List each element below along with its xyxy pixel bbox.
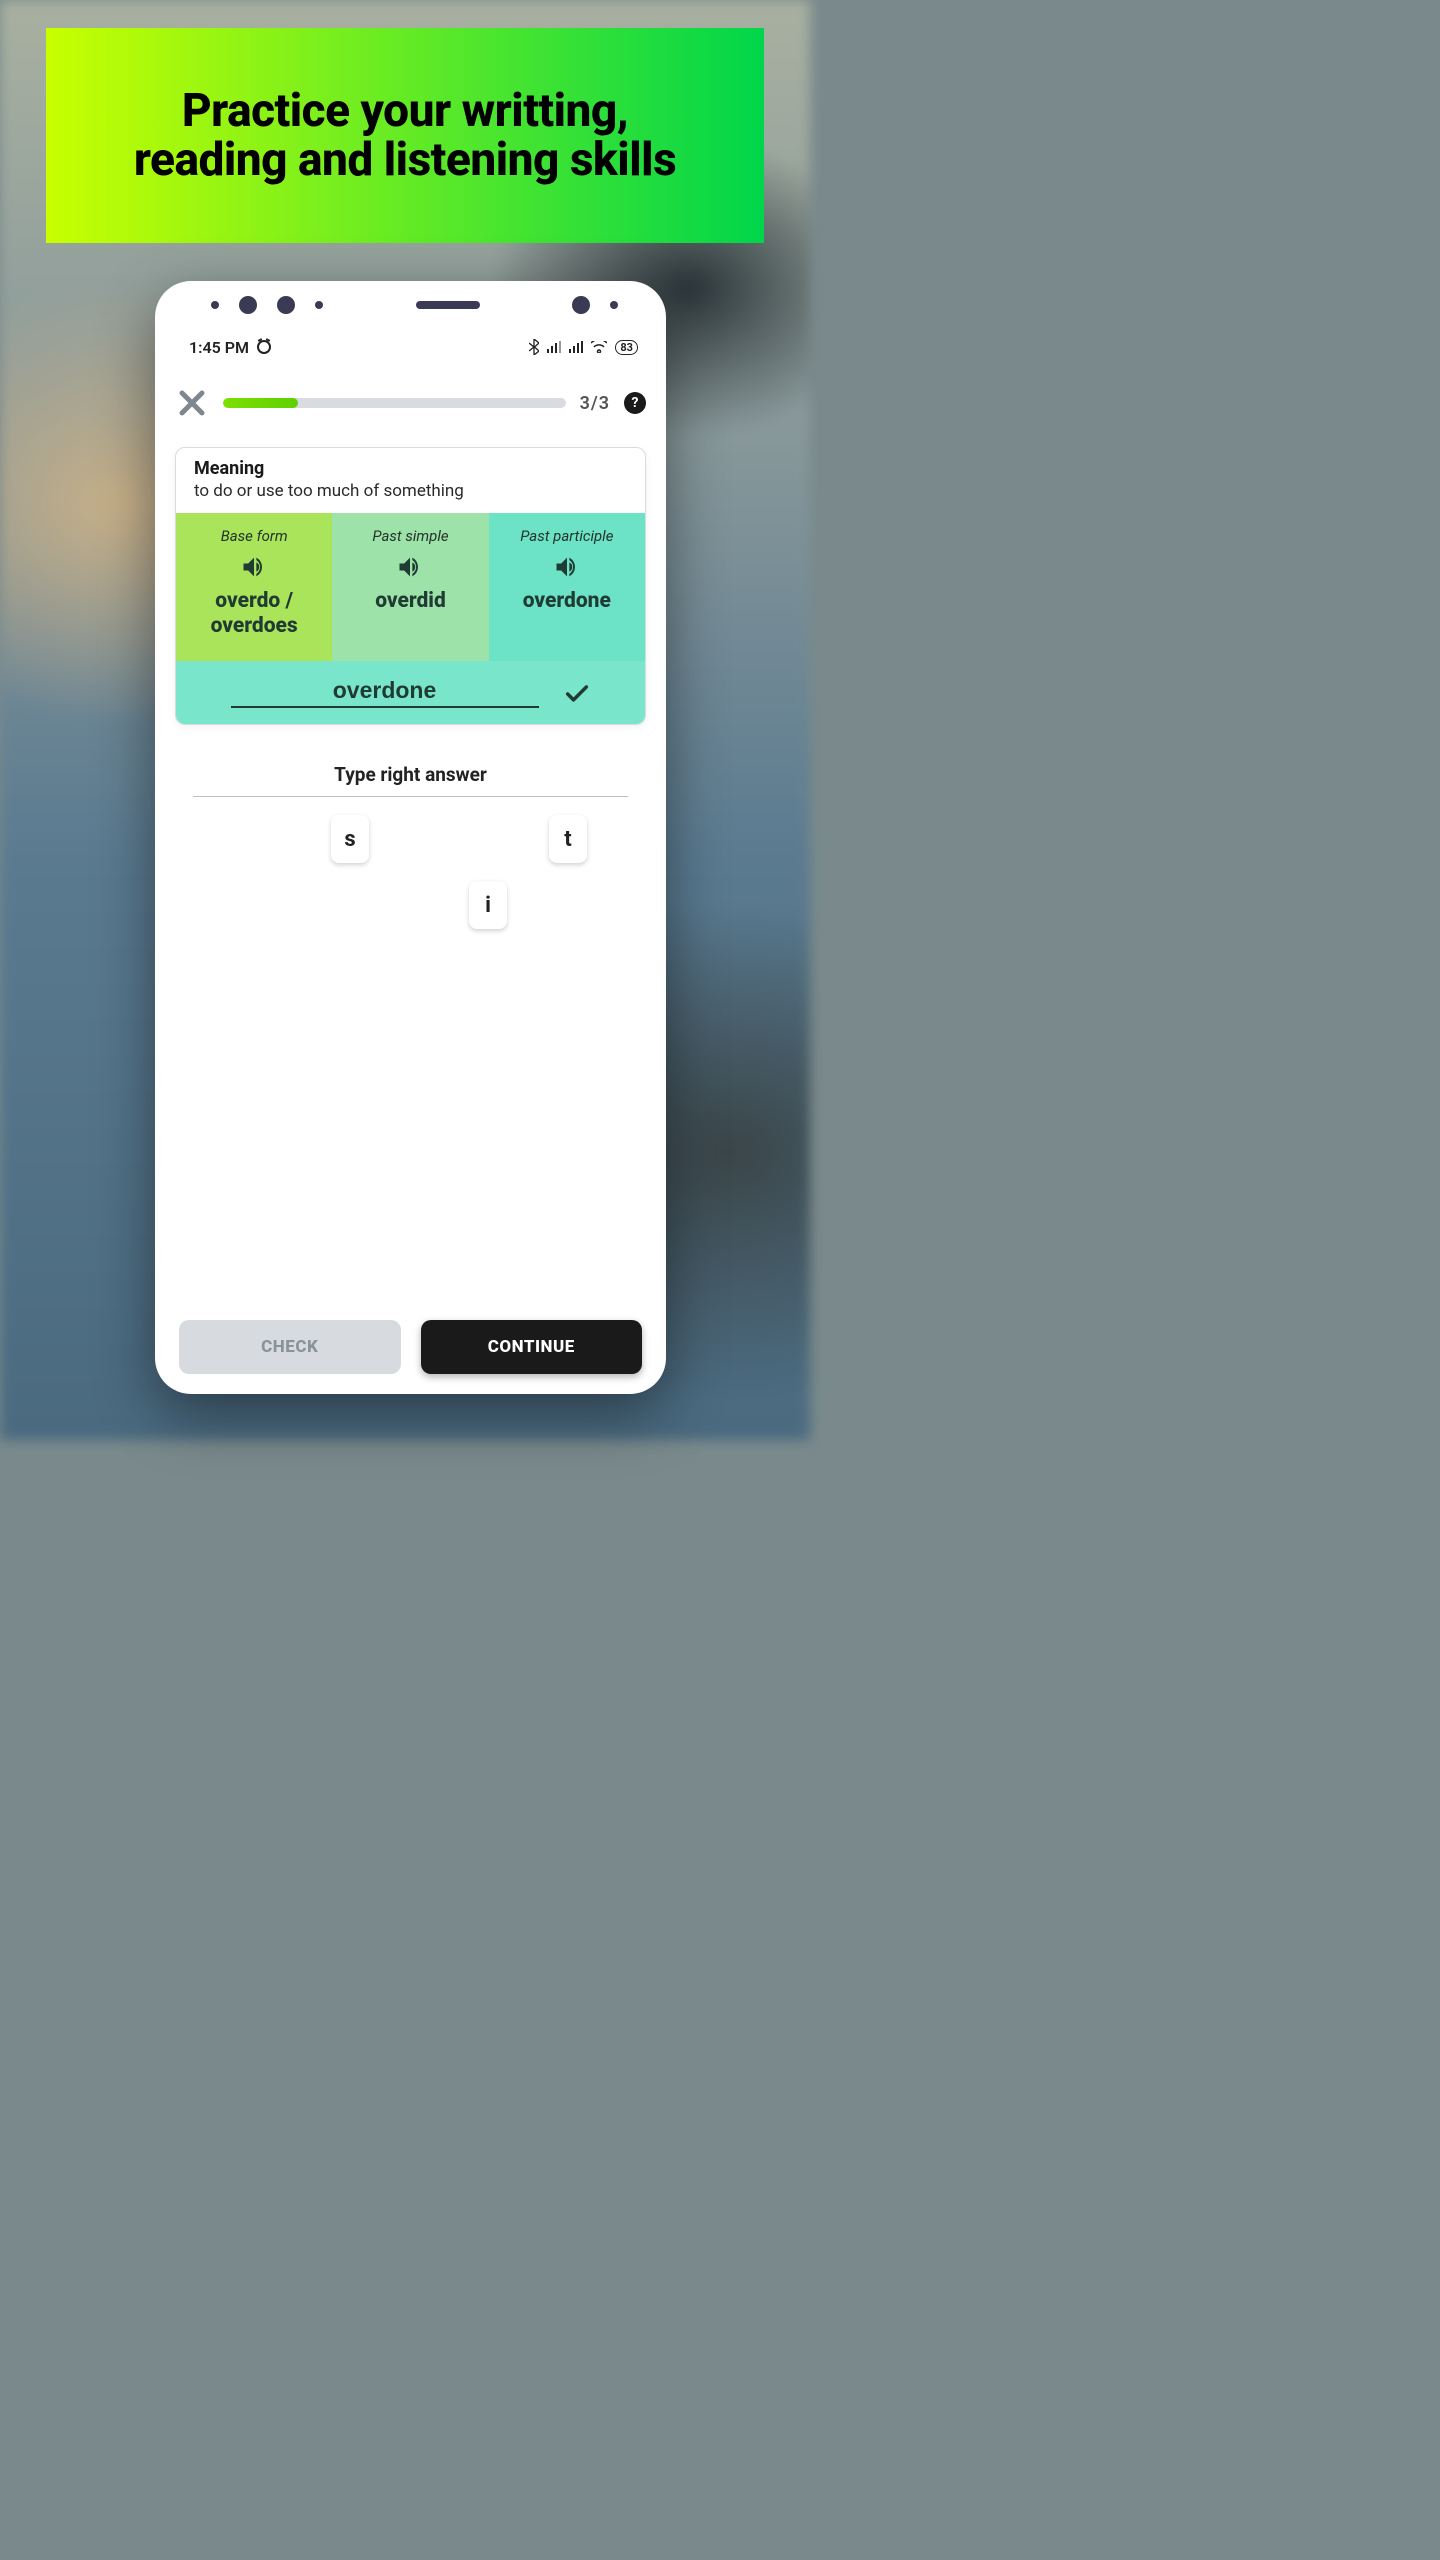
verb-forms-row: Base form overdo / overdoes Past simple …	[176, 513, 645, 661]
letter-tile[interactable]: t	[549, 815, 587, 863]
exercise-top-row: 3/3 ?	[175, 381, 646, 425]
status-bar: 1:45 PM 83	[155, 329, 666, 365]
exercise-card: Meaning to do or use too much of somethi…	[175, 447, 646, 725]
letter-tile[interactable]: s	[331, 815, 369, 863]
promo-banner-title: Practice your writting, reading and list…	[106, 87, 704, 184]
speaker-icon[interactable]	[553, 553, 581, 581]
promo-banner: Practice your writting, reading and list…	[46, 28, 764, 243]
form-word: overdid	[375, 589, 446, 614]
device-hardware-bar	[155, 281, 666, 329]
device-dots-left	[211, 296, 323, 314]
form-word: overdo / overdoes	[182, 589, 326, 639]
form-past-simple: Past simple overdid	[332, 513, 488, 661]
form-label: Past simple	[372, 527, 448, 545]
device-dots-right	[572, 296, 618, 314]
answer-input[interactable]	[231, 675, 539, 708]
wifi-icon	[591, 341, 607, 353]
meaning-text: to do or use too much of something	[194, 481, 627, 501]
signal-icon-2	[569, 341, 583, 353]
device-speaker	[416, 301, 480, 309]
form-label: Past participle	[520, 527, 613, 545]
letter-tiles: s ti	[193, 815, 628, 963]
prompt-section: Type right answer s ti	[175, 763, 646, 963]
alarm-icon	[257, 340, 271, 354]
close-button[interactable]	[175, 386, 209, 420]
status-time: 1:45 PM	[189, 338, 249, 357]
help-button[interactable]: ?	[624, 392, 646, 414]
form-past-participle: Past participle overdone	[489, 513, 645, 661]
battery-badge: 83	[615, 340, 638, 355]
speaker-icon[interactable]	[240, 553, 268, 581]
speaker-icon[interactable]	[396, 553, 424, 581]
form-word: overdone	[523, 589, 611, 614]
form-base: Base form overdo / overdoes	[176, 513, 332, 661]
form-label: Base form	[221, 527, 288, 545]
phone-frame: 1:45 PM 83 3/3 ? Meaning to do or use to	[155, 281, 666, 1394]
meaning-section: Meaning to do or use too much of somethi…	[176, 448, 645, 513]
letter-tile[interactable]: i	[469, 881, 507, 929]
check-button[interactable]: CHECK	[179, 1320, 401, 1374]
progress-bar	[223, 398, 566, 408]
app-content: 3/3 ? Meaning to do or use too much of s…	[155, 365, 666, 1394]
progress-bar-fill	[223, 398, 298, 408]
continue-button[interactable]: CONTINUE	[421, 1320, 643, 1374]
bluetooth-icon	[529, 339, 539, 355]
progress-counter: 3/3	[580, 393, 610, 414]
status-icons: 83	[529, 339, 638, 355]
prompt-text: Type right answer	[193, 763, 628, 797]
status-time-group: 1:45 PM	[189, 338, 271, 357]
check-icon	[563, 680, 591, 708]
footer-buttons: CHECK CONTINUE	[175, 1320, 646, 1394]
answer-row	[176, 661, 645, 724]
signal-icon	[547, 341, 561, 353]
meaning-label: Meaning	[194, 458, 627, 479]
